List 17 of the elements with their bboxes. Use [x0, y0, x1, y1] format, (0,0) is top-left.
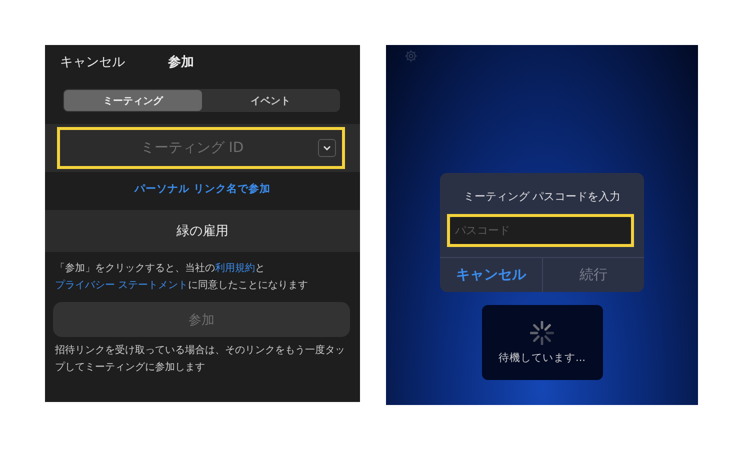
invite-note: 招待リンクを受け取っている場合は、そのリンクをもう一度タップしてミーティングに参加します: [55, 344, 346, 375]
passcode-field[interactable]: パスコード: [450, 217, 631, 244]
terms-link[interactable]: プライバシー ステートメント: [55, 280, 188, 291]
screen-title: 参加: [168, 54, 194, 71]
spinner-icon: [530, 320, 554, 344]
tab[interactable]: イベント: [202, 90, 339, 111]
dialog-title: ミーティング パスコードを入力: [462, 189, 622, 204]
chevron-down-icon[interactable]: [318, 139, 336, 157]
cancel-button[interactable]: キャンセル: [60, 53, 125, 71]
meeting-id-field[interactable]: ミーティング ID: [57, 127, 345, 169]
tab[interactable]: ミーティング: [64, 90, 202, 111]
waiting-text: 待機しています...: [498, 350, 586, 364]
dialog-button[interactable]: キャンセル: [440, 258, 542, 292]
agreement-text: 「参加」をクリックすると、当社の利用規約と プライバシー ステートメント に同意したことになります: [55, 262, 310, 293]
terms-link[interactable]: 利用規約: [215, 263, 255, 274]
name-row: 緑の雇用: [45, 210, 360, 252]
personal-link[interactable]: パーソナル リンク名で参加: [45, 182, 360, 196]
